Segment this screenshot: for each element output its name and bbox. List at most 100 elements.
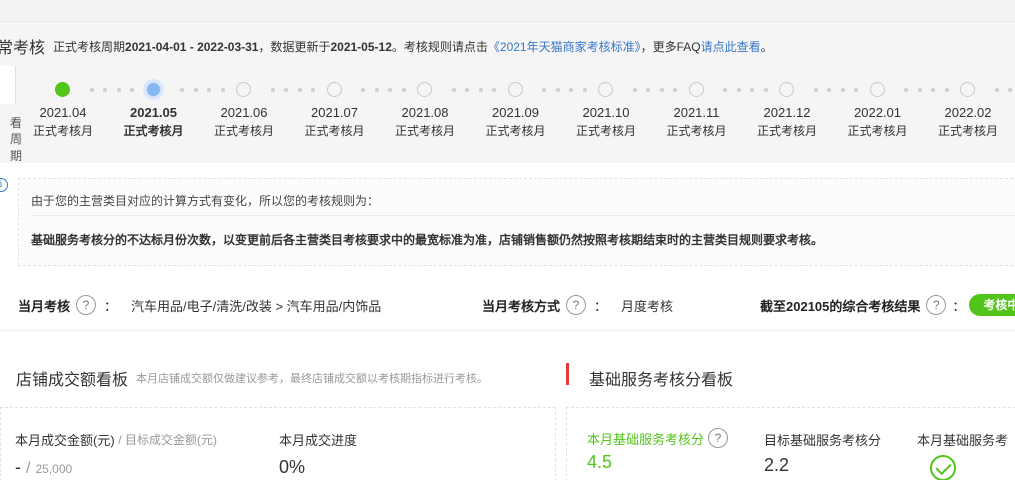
timeline-dot	[944, 88, 949, 92]
timeline-month-2021.07[interactable]: 2021.07 正式考核月	[290, 104, 380, 140]
assessment-timeline-panel: 常考核 正式考核周期2021-04-01 - 2022-03-31，数据更新于2…	[0, 22, 1015, 163]
timeline-node-2021.12[interactable]	[779, 82, 794, 97]
progress-label: 本月成交进度	[279, 433, 358, 448]
period-range: 2021-04-01 - 2022-03-31	[125, 39, 259, 54]
timeline-dot	[569, 88, 573, 92]
timeline-dot	[1008, 88, 1012, 92]
sales-amount-value: -	[15, 457, 21, 477]
sales-board-note: 本月店铺成交额仅做建议参考，最终店铺成交额以考核期指标进行考核。	[136, 373, 489, 385]
timeline-dot	[840, 88, 845, 92]
month-label: 正式考核月	[213, 124, 274, 138]
service-status-metric: 本月基础服务考	[917, 430, 1008, 480]
timeline-dot	[374, 88, 379, 92]
timeline-dot	[723, 88, 727, 92]
month-label: 正式考核月	[394, 124, 455, 138]
status-badge: 考核中	[969, 294, 1015, 316]
timeline-node-2021.05[interactable]	[145, 82, 161, 97]
timeline-month-2021.06[interactable]: 2021.06 正式考核月	[199, 104, 289, 140]
month-label: 正式考核月	[847, 124, 908, 138]
timeline-node-2021.04[interactable]	[55, 82, 70, 97]
timeline-dot	[361, 88, 365, 92]
timeline-node-2022.01[interactable]	[869, 82, 885, 97]
month-label: 正式考核月	[485, 124, 546, 138]
timeline-dot	[465, 88, 469, 92]
timeline-dot	[478, 88, 483, 92]
month-assessment-label: 当月考核	[18, 298, 71, 314]
timeline-dot	[297, 88, 302, 92]
timeline-dot	[632, 88, 637, 92]
sales-board-header: 店铺成交额看板 本月店铺成交额仅做建议参考，最终店铺成交额以考核期指标进行考核。	[16, 366, 488, 390]
timeline-month-2021.12[interactable]: 2021.12 正式考核月	[742, 104, 832, 140]
month-label: 正式考核月	[575, 124, 636, 138]
timeline-node-2021.10[interactable]	[598, 82, 613, 97]
month-date: 2021.10	[582, 105, 630, 120]
faq-link[interactable]: 请点此查看	[701, 40, 761, 54]
timeline-track	[0, 78, 1015, 102]
question-icon[interactable]: ?	[926, 295, 947, 315]
rules-link[interactable]: 《2021年天猫商家考核标准》	[488, 40, 641, 54]
month-date: 2022.01	[854, 105, 901, 120]
timeline-dot	[659, 88, 664, 92]
service-status-label: 本月基础服务考	[917, 433, 1009, 448]
month-date: 2021.05	[130, 105, 177, 120]
section-marker	[566, 363, 569, 385]
timeline-month-2021.09[interactable]: 2021.09 正式考核月	[471, 104, 561, 140]
timeline-dot	[994, 88, 999, 92]
question-icon[interactable]: ?	[566, 295, 587, 315]
timeline-node-2021.09[interactable]	[507, 82, 523, 97]
timeline-month-2021.11[interactable]: 2021.11 正式考核月	[652, 104, 742, 140]
timeline-dot	[451, 88, 456, 92]
timeline-month-2021.05[interactable]: 2021.05 正式考核月	[109, 104, 199, 140]
sales-board-title: 店铺成交额看板	[16, 372, 129, 389]
timeline-dot	[736, 88, 741, 92]
sales-target-label: / 目标成交金额(元)	[118, 433, 217, 447]
timeline-node-2022.02[interactable]	[960, 82, 975, 97]
timeline-month-2021.10[interactable]: 2021.10 正式考核月	[561, 104, 651, 140]
progress-value: 0%	[279, 457, 306, 477]
timeline-dot	[130, 88, 134, 92]
month-label: 正式考核月	[756, 124, 817, 138]
timeline-dot	[763, 88, 768, 92]
timeline-month-2022.01[interactable]: 2022.01 正式考核月	[833, 104, 923, 140]
sales-amount-metric: 本月成交金额(元) / 目标成交金额(元) - / 25,000	[15, 430, 217, 478]
timeline-node-2021.11[interactable]	[688, 82, 704, 97]
timeline-dot	[270, 88, 275, 92]
notice-rule-text: 基础服务考核分的不达标月份次数，以变更前后各主营类目考核要求中的最宽标准为准，店…	[31, 233, 824, 247]
timeline-node-2021.06[interactable]	[236, 82, 251, 97]
category-path: 汽车用品/电子/清洗/改装 > 汽车用品/内饰品	[131, 298, 382, 314]
timeline-node-2021.08[interactable]	[417, 82, 432, 97]
assessment-method-label: 当月考核方式	[482, 298, 561, 314]
sales-progress-metric: 本月成交进度 0%	[279, 430, 357, 478]
timeline-dot	[904, 88, 908, 92]
timeline-dot	[827, 88, 831, 92]
timeline-dot	[207, 88, 211, 92]
sales-board-card: 本月成交金额(元) / 目标成交金额(元) - / 25,000 本月成交进度 …	[0, 407, 556, 480]
month-date: 2021.06	[220, 105, 268, 120]
assessment-result-label: 截至202105的综合考核结果	[760, 298, 921, 314]
timeline-month-2021.04[interactable]: 2021.04 正式考核月	[18, 104, 108, 140]
target-score-metric: 目标基础服务考核分 2.2	[764, 430, 881, 476]
notice-divider	[31, 215, 1015, 216]
timeline-month-2022.02[interactable]: 2022.02 正式考核月	[923, 104, 1013, 140]
question-icon[interactable]: ?	[708, 428, 729, 448]
sales-amount-label: 本月成交金额(元)	[15, 433, 115, 448]
timeline-dot	[401, 88, 406, 92]
service-board-card: 本月基础服务考核分? 4.5 目标基础服务考核分 2.2 本月基础服务考	[566, 407, 1015, 480]
divider	[0, 330, 1015, 331]
month-date: 2022.02	[944, 105, 992, 120]
update-date: 2021-05-12	[330, 39, 392, 54]
timeline-node-2021.07[interactable]	[326, 82, 342, 97]
top-bar	[0, 0, 1015, 22]
timeline-dot	[193, 88, 198, 92]
timeline-dot	[284, 88, 288, 92]
month-label: 正式考核月	[937, 124, 998, 138]
timeline-month-2021.08[interactable]: 2021.08 正式考核月	[380, 104, 470, 140]
timeline-dot	[542, 88, 546, 92]
question-icon[interactable]: ?	[76, 295, 97, 315]
notice-text: 由于您的主营类目对应的计算方式有变化，所以您的考核规则为：	[31, 194, 380, 208]
rule-change-notice: 由于您的主营类目对应的计算方式有变化，所以您的考核规则为： 基础服务考核分的不达…	[18, 178, 1015, 266]
info-icon: i	[0, 178, 8, 192]
timeline-dot	[103, 88, 107, 92]
timeline-dot	[311, 88, 315, 92]
assessment-method: 当月考核方式 ? ： 月度考核	[482, 292, 673, 318]
